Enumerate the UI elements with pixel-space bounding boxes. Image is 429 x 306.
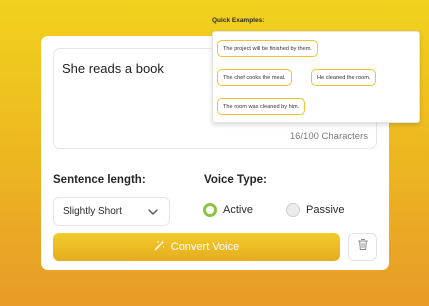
quick-example-chip[interactable]: The project will be finished by them.: [217, 40, 318, 57]
magic-wand-icon: [154, 240, 165, 254]
quick-example-chip[interactable]: The room was cleaned by him.: [217, 98, 306, 115]
sentence-length-select[interactable]: Slightly Short: [53, 197, 170, 226]
clear-button[interactable]: [348, 233, 377, 261]
trash-icon: [357, 238, 369, 256]
voice-active-label: Active: [223, 204, 253, 216]
sentence-length-value: Slightly Short: [63, 206, 122, 217]
character-counter: 16/100 Characters: [289, 131, 368, 142]
voice-passive-label: Passive: [306, 204, 345, 216]
chevron-down-icon: [148, 208, 158, 215]
quick-examples-title: Quick Examples:: [212, 17, 265, 24]
quick-example-chip[interactable]: He cleaned the room.: [311, 69, 377, 86]
voice-type-label: Voice Type:: [204, 174, 267, 186]
quick-example-chip[interactable]: The chef cooks the meal.: [217, 69, 292, 86]
quick-examples-panel: The project will be finished by them. Th…: [212, 31, 420, 123]
convert-voice-label: Convert Voice: [170, 241, 240, 253]
radio-unchecked-icon: [286, 203, 300, 217]
voice-active-radio[interactable]: Active: [203, 203, 253, 217]
sentence-length-label: Sentence length:: [53, 174, 146, 186]
sentence-input-value: She reads a book: [62, 61, 164, 76]
convert-voice-button[interactable]: Convert Voice: [53, 233, 340, 261]
voice-passive-radio[interactable]: Passive: [286, 203, 345, 217]
radio-checked-icon: [203, 203, 217, 217]
